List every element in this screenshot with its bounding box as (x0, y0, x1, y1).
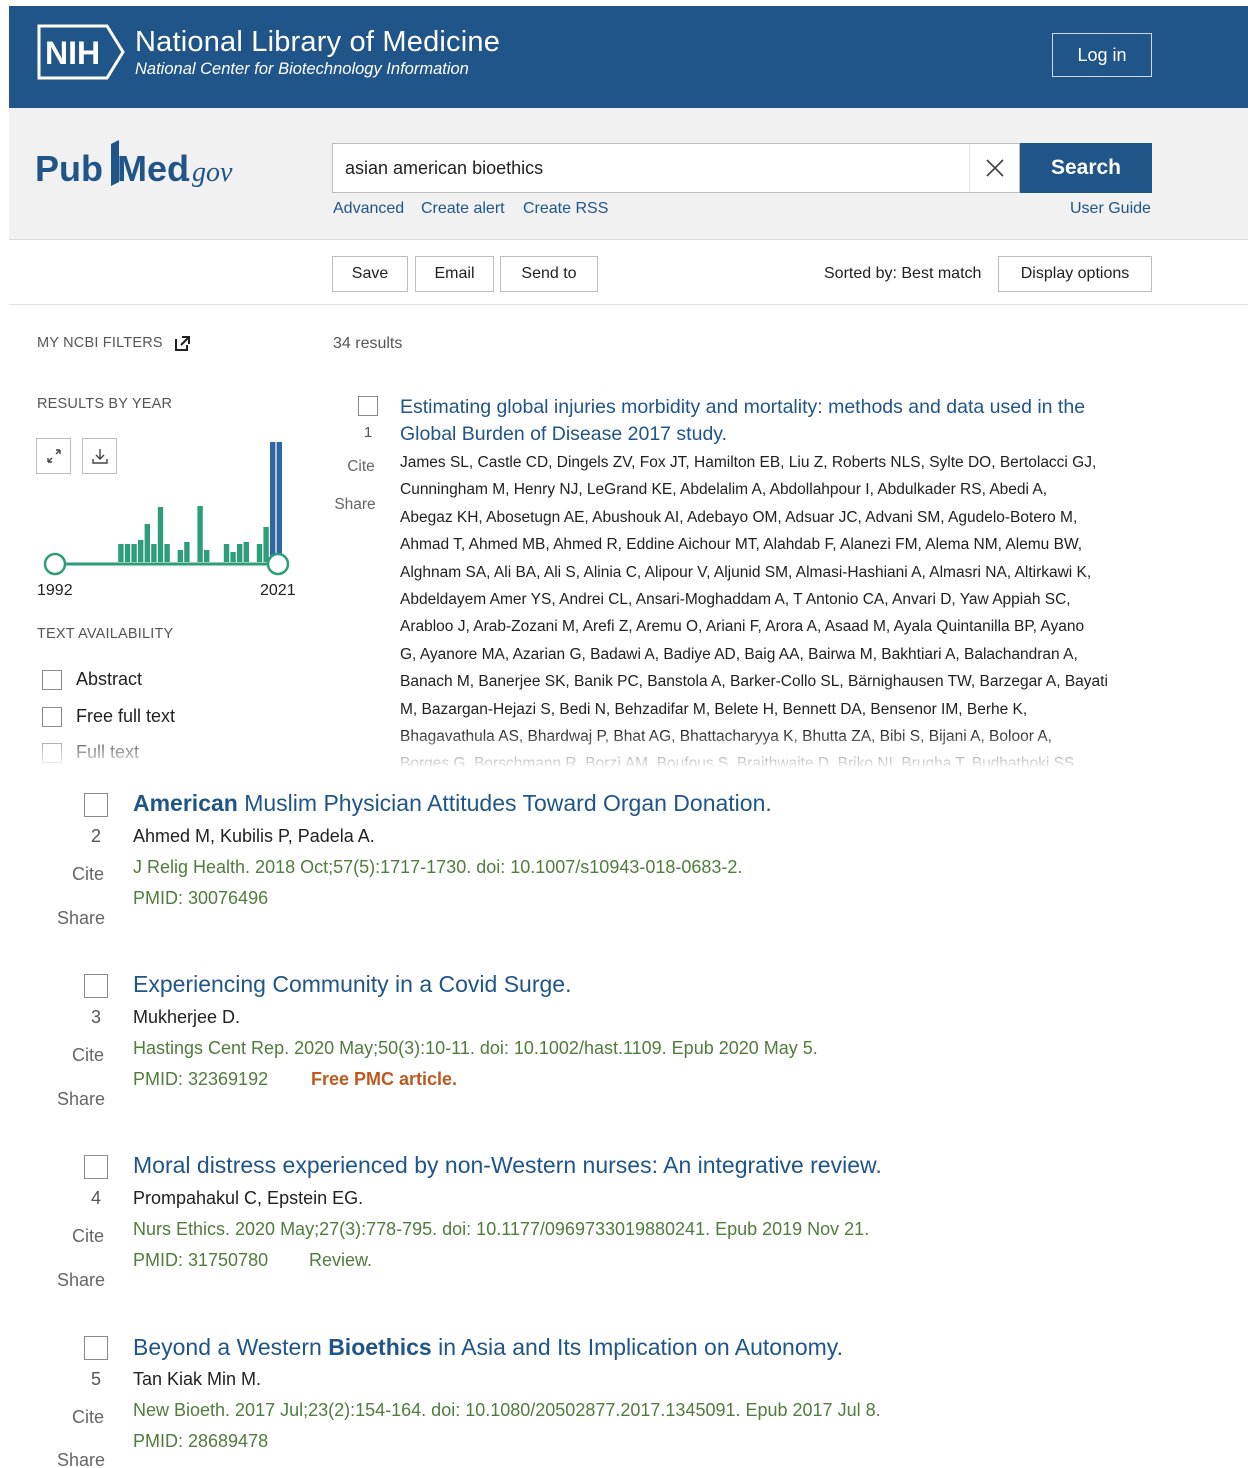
search-box (332, 143, 1020, 193)
create-rss-link[interactable]: Create RSS (523, 200, 608, 218)
author-line: Abegaz KH, Abosetugn AE, Abushouk AI, Ad… (400, 508, 1078, 526)
result-4-pmid: PMID: 31750780 (133, 1250, 269, 1270)
result-1-authors: James SL, Castle CD, Dingels ZV, Fox JT,… (400, 449, 1108, 766)
result-5-number: 5 (90, 1369, 101, 1389)
result-5-title-part-a: Beyond a Western (133, 1334, 329, 1360)
author-line: Cunningham M, Henry NJ, LeGrand KE, Abde… (400, 481, 1048, 499)
review-badge: Review. (309, 1250, 373, 1270)
result-3-title[interactable]: Experiencing Community in a Covid Surge. (133, 971, 571, 998)
email-button[interactable]: Email (415, 256, 494, 292)
author-line: James SL, Castle CD, Dingels ZV, Fox JT,… (400, 454, 1097, 471)
result-3-number: 3 (90, 1007, 101, 1027)
result-4-journal: Nurs Ethics. 2020 May;27(3):778-795. doi… (133, 1219, 870, 1239)
toolbar-divider (9, 304, 1248, 305)
nih-logo-icon[interactable]: NIH (37, 22, 127, 87)
sort-label[interactable]: Sorted by: Best match (824, 265, 981, 283)
save-button[interactable]: Save (332, 256, 408, 292)
result-2-title-rest: Muslim Physician Attitudes Toward Organ … (237, 790, 772, 816)
login-button[interactable]: Log in (1052, 33, 1152, 77)
results-count: 34 results (333, 335, 403, 352)
result-2-number: 2 (90, 826, 101, 846)
author-line: Ahmad T, Ahmed MB, Ahmed R, Eddine Aicho… (400, 536, 1083, 554)
result-1-title-line: Estimating global injuries morbidity and… (400, 396, 1086, 418)
advanced-link[interactable]: Advanced (333, 200, 404, 218)
external-link-icon (174, 335, 190, 351)
free-pmc-article-link[interactable]: Free PMC article. (311, 1069, 457, 1090)
result-4-cite-button[interactable]: Cite (58, 1226, 118, 1247)
result-3-cite-button[interactable]: Cite (58, 1045, 118, 1066)
user-guide-link[interactable]: User Guide (1070, 200, 1151, 218)
nlm-title[interactable]: National Library of Medicine (135, 26, 500, 59)
result-item-1: 1 Cite Share Estimating global injuries … (0, 390, 1248, 766)
result-2-title[interactable]: American Muslim Physician Attitudes Towa… (133, 790, 772, 817)
display-options-button[interactable]: Display options (998, 256, 1152, 292)
send-to-button[interactable]: Send to (500, 256, 598, 292)
search-input[interactable] (345, 144, 965, 192)
result-4-share-button[interactable]: Share (51, 1270, 111, 1291)
result-1-checkbox[interactable] (358, 396, 378, 416)
result-5-title[interactable]: Beyond a Western Bioethics in Asia and I… (133, 1334, 843, 1361)
result-4-title[interactable]: Moral distress experienced by non-Wester… (133, 1152, 882, 1179)
author-line: Alghnam SA, Ali BA, Ali S, Alinia C, Ali… (400, 563, 1092, 581)
result-2-pmid: PMID: 30076496 (133, 888, 269, 908)
result-3-journal: Hastings Cent Rep. 2020 May;50(3):10-11.… (133, 1038, 818, 1058)
author-line: G, Ayanore MA, Azarian G, Badawi A, Badi… (400, 645, 1078, 663)
close-icon (985, 159, 1004, 177)
result-3-checkbox[interactable] (84, 974, 108, 998)
my-ncbi-filters-heading[interactable]: MY NCBI FILTERS (37, 335, 190, 351)
result-2-journal: J Relig Health. 2018 Oct;57(5):1717-1730… (133, 857, 743, 877)
result-2-authors: Ahmed M, Kubilis P, Padela A. (133, 826, 375, 846)
result-5-pmid: PMID: 28689478 (133, 1431, 269, 1451)
pubmed-logo[interactable]: Pub Med .gov (35, 136, 265, 205)
result-3-authors: Mukherjee D. (133, 1007, 241, 1027)
result-1-share-button[interactable]: Share (330, 496, 380, 514)
result-5-cite-button[interactable]: Cite (58, 1407, 118, 1428)
result-4-number: 4 (90, 1188, 101, 1208)
result-5-journal: New Bioeth. 2017 Jul;23(2):154-164. doi:… (133, 1400, 881, 1420)
logo-pub: Pub (35, 148, 103, 189)
result-2-cite-button[interactable]: Cite (58, 864, 118, 885)
result-3-share-button[interactable]: Share (51, 1089, 111, 1110)
result-4-authors: Prompahakul C, Epstein EG. (133, 1188, 364, 1208)
author-line: Abdeldayem Amer YS, Andrei CL, Ansari-Mo… (400, 591, 1071, 609)
result-2-share-button[interactable]: Share (51, 908, 111, 929)
result-5-authors: Tan Kiak Min M. (133, 1369, 262, 1389)
logo-gov: .gov (185, 157, 233, 188)
nih-header: NIH National Library of Medicine Nationa… (9, 6, 1248, 108)
ncbi-subtitle: National Center for Biotechnology Inform… (135, 60, 469, 78)
author-line: Bhagavathula AS, Bhardwaj P, Bhat AG, Bh… (400, 728, 1052, 746)
result-2-title-highlight: American (133, 790, 238, 816)
result-4-checkbox[interactable] (84, 1155, 108, 1179)
result-5-title-part-b: in Asia and Its Implication on Autonomy. (431, 1334, 843, 1360)
result-3-pmid: PMID: 32369192 (133, 1069, 269, 1089)
logo-med: Med (117, 148, 189, 189)
author-line: M, Bazargan-Hejazi S, Bedi N, Behzadifar… (400, 700, 1028, 718)
result-1-cite-button[interactable]: Cite (336, 458, 386, 476)
result-1-title[interactable]: Estimating global injuries morbidity and… (400, 394, 1085, 448)
result-1-title-line: Global Burden of Disease 2017 study. (400, 423, 728, 445)
result-5-title-highlight: Bioethics (328, 1334, 432, 1360)
search-button[interactable]: Search (1020, 143, 1152, 193)
result-2-checkbox[interactable] (84, 793, 108, 817)
result-5-share-button[interactable]: Share (51, 1450, 111, 1468)
author-line: Borges G, Borschmann R, Borzì AM, Boufou… (400, 755, 1079, 766)
nih-logo-text: NIH (45, 35, 100, 71)
author-line: Banach M, Banerjee SK, Banik PC, Banstol… (400, 673, 1108, 691)
search-band: Pub Med .gov Search Advanced Create aler… (9, 108, 1248, 240)
result-1-number: 1 (363, 424, 373, 441)
result-5-checkbox[interactable] (84, 1336, 108, 1360)
my-ncbi-filters-label: MY NCBI FILTERS (37, 335, 163, 351)
create-alert-link[interactable]: Create alert (421, 200, 505, 218)
author-line: Arabloo J, Arab-Zozani M, Arefi Z, Aremu… (400, 618, 1085, 636)
clear-search-button[interactable] (969, 144, 1019, 192)
